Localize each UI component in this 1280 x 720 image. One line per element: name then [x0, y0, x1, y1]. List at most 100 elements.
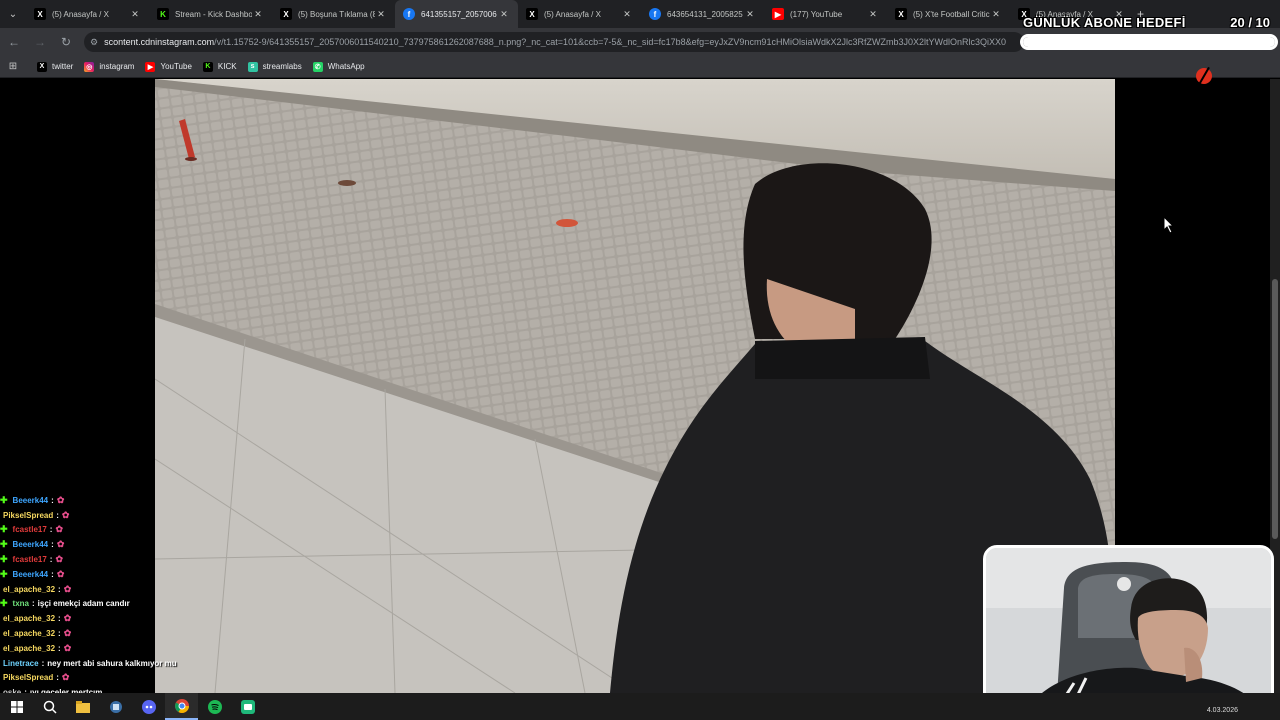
spotify-icon[interactable] [198, 693, 231, 720]
chrome-icon[interactable] [165, 693, 198, 720]
tab-0[interactable]: X (5) Anasayfa / X ✕ [26, 0, 149, 28]
tab-2[interactable]: X (5) Boşuna Tıklama (8 ✕ [272, 0, 395, 28]
chat-username[interactable]: el_apache_32 [3, 644, 55, 653]
bookmark-streamlabs[interactable]: s streamlabs [247, 61, 302, 72]
chat-separator: : [51, 540, 54, 550]
discord-icon[interactable] [132, 693, 165, 720]
windows-taskbar: 4.03.2026 [0, 693, 1280, 720]
snipping-icon[interactable] [99, 693, 132, 720]
url-text[interactable]: scontent.cdninstagram.com/v/t1.15752-9/6… [104, 37, 1006, 47]
chat-badge-icon: ✚ [0, 598, 8, 609]
close-icon[interactable]: ✕ [744, 9, 756, 20]
chat-username[interactable]: Beeerk44 [13, 540, 49, 549]
close-icon[interactable]: ✕ [867, 9, 879, 20]
bookmark-label: WhatsApp [327, 62, 365, 71]
tab-1[interactable]: K Stream - Kick Dashbo ✕ [149, 0, 272, 28]
tab-5[interactable]: f 643654131_2005825 ✕ [641, 0, 764, 28]
chat-emote-icon: ✿ [61, 672, 70, 683]
chat-username[interactable]: Linetrace [3, 659, 39, 668]
forward-icon[interactable]: → [28, 30, 52, 54]
chat-username[interactable]: PikselSpread [3, 673, 53, 682]
chat-username[interactable]: fcastle17 [13, 525, 47, 534]
chat-username[interactable]: Beeerk44 [13, 570, 49, 579]
bookmark-twitter[interactable]: Xtwitter [37, 61, 73, 72]
url-host: scontent.cdninstagram.com [104, 37, 215, 47]
chat-message: PikselSpread: ✿ [0, 508, 200, 523]
tab-title: 643654131_2005825 [667, 9, 743, 19]
chat-message: ✚ Beeerk44: ✿ [0, 567, 200, 582]
scrollbar-thumb[interactable] [1272, 279, 1278, 539]
back-icon[interactable]: ← [2, 30, 26, 54]
goal-progress-bar [1020, 34, 1278, 50]
chat-emote-icon: ✿ [63, 583, 72, 594]
chat-badge-icon: ✚ [0, 539, 8, 550]
obs-icon[interactable] [231, 693, 264, 720]
whatsapp-icon: ✆ [312, 61, 323, 72]
chat-emote-icon: ✿ [56, 568, 65, 579]
tab-title: 641355157_2057006 [421, 9, 497, 19]
chat-separator: : [56, 510, 59, 520]
goal-current: 20 [1230, 15, 1245, 30]
apps-grid-icon[interactable]: ⊞ [0, 61, 26, 72]
street-photo-illustration [155, 79, 1115, 693]
facebook-icon: f [403, 8, 415, 20]
stream-chat-overlay: ✚ Beeerk44: ✿ PikselSpread: ✿ ✚ fcastle17: ✿ ✚ Be… [0, 493, 200, 700]
tab-search-icon[interactable]: ⌄ [0, 0, 26, 28]
chat-username[interactable]: el_apache_32 [3, 614, 55, 623]
chat-separator: : [49, 525, 53, 535]
tab-title: (5) Anasayfa / X [52, 9, 109, 19]
tab-title: (5) Boşuna Tıklama (8 [298, 9, 375, 19]
site-info-icon[interactable]: ⚙ [90, 37, 98, 48]
chat-message: PikselSpread: ✿ [0, 671, 200, 686]
bookmark-whatsapp[interactable]: ✆ WhatsApp [312, 61, 365, 72]
close-icon[interactable]: ✕ [621, 9, 633, 20]
youtube-icon: ▶ [145, 61, 156, 72]
instagram-icon: ◎ [84, 61, 95, 72]
chat-message: ✚ Beeerk44: ✿ [0, 493, 200, 508]
subscriber-goal-widget: GÜNLÜK ABONE HEDEFİ 20 / 10 [1020, 12, 1278, 52]
bookmark-kick[interactable]: K KICK [202, 61, 237, 72]
tab-4[interactable]: X (5) Anasayfa / X ✕ [518, 0, 641, 28]
bookmark-youtube[interactable]: ▶ YouTube [145, 61, 192, 72]
chat-emote-icon: ✿ [56, 539, 65, 550]
chat-username[interactable]: Beeerk44 [13, 496, 49, 505]
taskbar-date: 4.03.2026 [1206, 707, 1238, 714]
tab-7[interactable]: X (5) X'te Football Critic ✕ [887, 0, 1010, 28]
tab-3[interactable]: f 641355157_2057006 ✕ [395, 0, 518, 28]
file-explorer-icon[interactable] [66, 693, 99, 720]
tab-title: (5) X'te Football Critic [913, 9, 990, 19]
chat-badge-icon: ✚ [0, 554, 8, 565]
reload-icon[interactable]: ↻ [54, 30, 78, 54]
chat-username[interactable]: txna [13, 599, 29, 608]
chat-username[interactable]: el_apache_32 [3, 585, 55, 594]
tab-6[interactable]: ▶ (177) YouTube ✕ [764, 0, 887, 28]
chat-emote-icon: ✿ [55, 524, 64, 535]
windows-start-icon[interactable] [0, 693, 33, 720]
close-icon[interactable]: ✕ [129, 9, 141, 20]
mouse-cursor-icon [1163, 216, 1175, 234]
displayed-image[interactable] [155, 79, 1115, 693]
chat-username[interactable]: fcastle17 [13, 555, 47, 564]
chat-username[interactable]: el_apache_32 [3, 629, 55, 638]
close-icon[interactable]: ✕ [990, 9, 1002, 20]
close-icon[interactable]: ✕ [375, 9, 387, 20]
chat-emote-icon: ✿ [61, 509, 70, 520]
x-icon: X [37, 61, 47, 72]
chat-emote-icon: ✿ [63, 642, 72, 653]
chat-text: işçi emekçi adam candır [37, 599, 130, 609]
extension-logo-icon[interactable] [1196, 68, 1212, 84]
address-bar[interactable]: ⚙ scontent.cdninstagram.com/v/t1.15752-9… [84, 32, 1024, 52]
facebook-icon: f [649, 8, 661, 20]
chat-separator: : [49, 555, 53, 565]
chat-username[interactable]: PikselSpread [3, 511, 53, 520]
close-icon[interactable]: ✕ [498, 9, 510, 20]
search-icon[interactable] [33, 693, 66, 720]
chat-emote-icon: ✿ [56, 494, 65, 505]
chat-message: el_apache_32: ✿ [0, 641, 200, 656]
bookmark-label: YouTube [160, 62, 192, 71]
url-path: /v/t1.15752-9/641355157_2057006011540210… [214, 37, 1006, 47]
close-icon[interactable]: ✕ [252, 9, 264, 20]
chat-separator: : [32, 599, 35, 609]
bookmark-instagram[interactable]: ◎ instagram [84, 61, 134, 72]
chat-emote-icon: ✿ [63, 628, 72, 639]
